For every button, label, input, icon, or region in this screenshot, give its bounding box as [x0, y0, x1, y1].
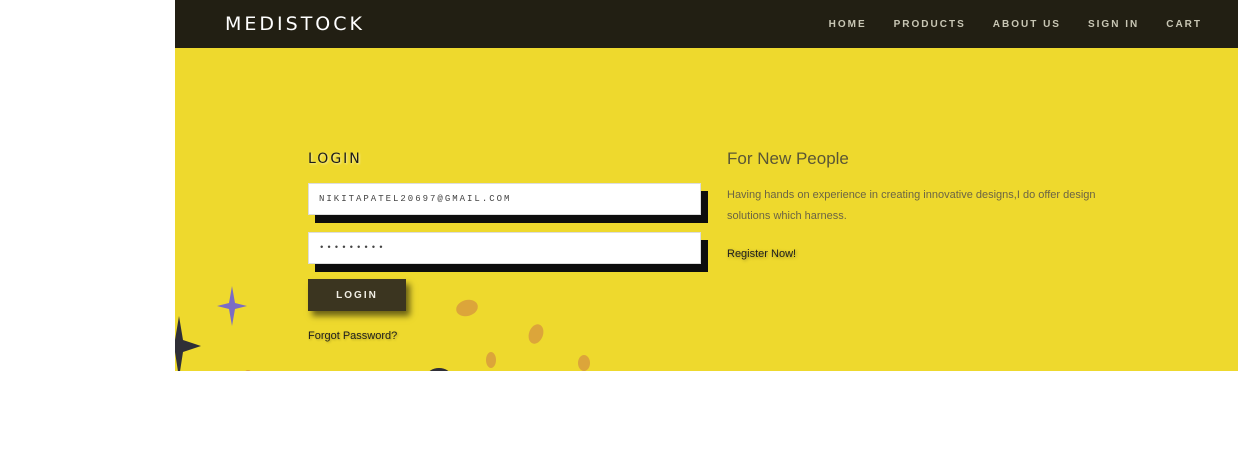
email-field[interactable] — [308, 183, 701, 215]
new-people-title: For New People — [727, 149, 849, 168]
decorative-dot — [429, 368, 449, 371]
login-button[interactable]: LOGIN — [308, 279, 406, 311]
navbar: MEDISTOCK HOME PRODUCTS ABOUT US SIGN IN… — [175, 0, 1238, 48]
nav-products[interactable]: PRODUCTS — [894, 19, 966, 30]
nav-home[interactable]: HOME — [829, 19, 867, 30]
email-field-wrapper — [308, 183, 708, 223]
dark-star-icon — [175, 316, 201, 371]
register-now-link[interactable]: Register Now! — [727, 248, 796, 260]
nav-menu: HOME PRODUCTS ABOUT US SIGN IN CART — [829, 19, 1202, 30]
nav-sign-in[interactable]: SIGN IN — [1088, 19, 1139, 30]
purple-star-icon — [217, 286, 247, 326]
decorative-dot — [486, 352, 496, 368]
password-field[interactable] — [308, 232, 701, 264]
decorative-dot — [245, 370, 251, 371]
password-field-wrapper — [308, 232, 708, 272]
decorative-dot — [456, 299, 478, 317]
decorative-dot — [578, 355, 590, 371]
decorative-dot — [528, 324, 544, 344]
nav-about-us[interactable]: ABOUT US — [993, 19, 1061, 30]
brand-logo[interactable]: MEDISTOCK — [225, 13, 365, 35]
nav-cart[interactable]: CART — [1166, 19, 1202, 30]
forgot-password-link[interactable]: Forgot Password? — [308, 330, 397, 342]
hero-section: LOGIN LOGIN Forgot Password? For New Peo… — [175, 48, 1238, 371]
new-people-description: Having hands on experience in creating i… — [727, 189, 1096, 222]
login-title: LOGIN — [308, 151, 362, 167]
page-frame: MEDISTOCK HOME PRODUCTS ABOUT US SIGN IN… — [175, 0, 1238, 371]
